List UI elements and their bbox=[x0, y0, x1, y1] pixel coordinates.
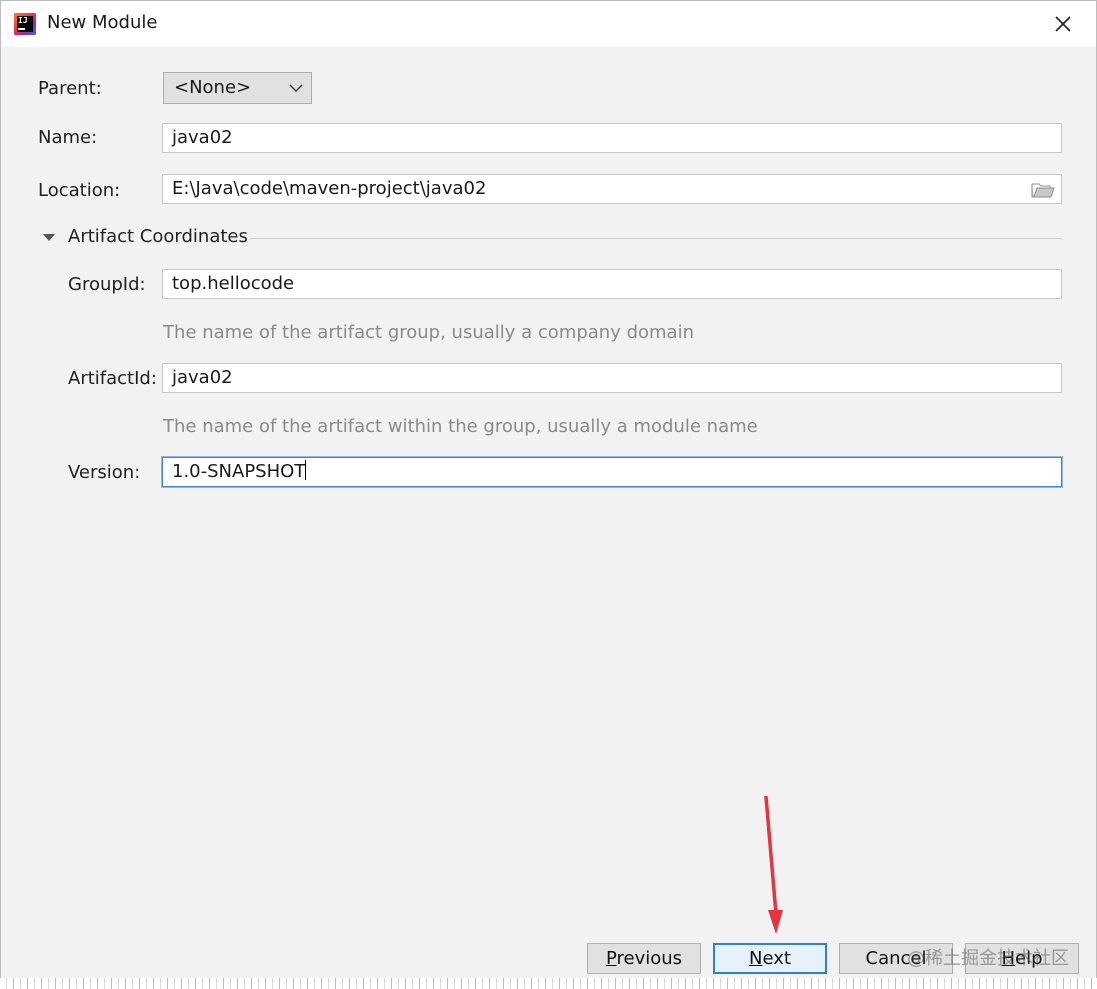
chevron-down-icon bbox=[289, 84, 303, 92]
dialog-title: New Module bbox=[47, 12, 158, 33]
new-module-dialog: IJ New Module Parent: <None> Name: java0… bbox=[0, 0, 1097, 989]
name-label: Name: bbox=[38, 127, 98, 148]
help-button[interactable]: Help bbox=[965, 943, 1079, 974]
version-label: Version: bbox=[68, 462, 141, 483]
previous-button[interactable]: Previous bbox=[587, 943, 701, 974]
cancel-button[interactable]: Cancel bbox=[839, 943, 953, 974]
location-field[interactable]: E:\Java\code\maven-project\java02 bbox=[162, 174, 1062, 204]
section-title[interactable]: Artifact Coordinates bbox=[68, 226, 248, 247]
background-strip bbox=[0, 978, 1097, 989]
close-button[interactable] bbox=[1046, 7, 1080, 41]
intellij-idea-icon: IJ bbox=[14, 13, 36, 35]
annotation-arrow-icon bbox=[764, 796, 783, 934]
artifactid-field[interactable]: java02 bbox=[162, 363, 1062, 393]
artifactid-hint: The name of the artifact within the grou… bbox=[163, 416, 758, 437]
parent-label: Parent: bbox=[38, 78, 102, 99]
browse-folder-icon[interactable] bbox=[1031, 181, 1055, 199]
section-divider bbox=[250, 238, 1062, 239]
groupid-hint: The name of the artifact group, usually … bbox=[163, 322, 694, 343]
parent-dropdown[interactable]: <None> bbox=[163, 72, 312, 104]
version-value: 1.0-SNAPSHOT bbox=[172, 461, 306, 482]
close-icon bbox=[1055, 16, 1071, 32]
groupid-label: GroupId: bbox=[68, 274, 146, 295]
title-bar: IJ New Module bbox=[1, 1, 1096, 47]
next-button[interactable]: Next bbox=[713, 943, 827, 974]
triangle-down-icon[interactable] bbox=[42, 233, 56, 243]
name-field[interactable]: java02 bbox=[162, 123, 1062, 153]
parent-selected-value: <None> bbox=[174, 77, 252, 98]
location-label: Location: bbox=[38, 180, 121, 201]
groupid-field[interactable]: top.hellocode bbox=[162, 269, 1062, 299]
artifactid-label: ArtifactId: bbox=[68, 368, 157, 389]
text-caret bbox=[305, 460, 307, 480]
version-field[interactable]: 1.0-SNAPSHOT bbox=[162, 457, 1062, 487]
